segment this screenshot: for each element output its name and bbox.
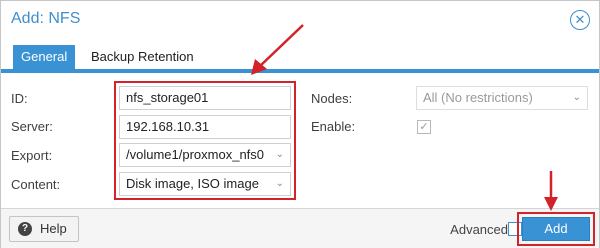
content-value: Disk image, ISO image: [126, 176, 259, 191]
chevron-down-icon: ⌄: [275, 178, 284, 189]
id-label: ID:: [11, 91, 28, 106]
export-select[interactable]: /volume1/proxmox_nfs0 ⌄: [119, 143, 291, 167]
general-form: ID: Server: Export: Content: nfs_storage…: [1, 73, 599, 208]
help-button-label: Help: [40, 221, 67, 236]
advanced-label: Advanced: [450, 222, 508, 237]
add-button[interactable]: Add: [522, 217, 590, 241]
dialog-title: Add: NFS: [11, 10, 81, 27]
export-value: /volume1/proxmox_nfs0: [126, 147, 265, 162]
tab-general[interactable]: General: [13, 45, 76, 69]
nodes-select[interactable]: All (No restrictions) ⌄: [416, 86, 588, 110]
enable-checkbox[interactable]: ✓: [417, 120, 431, 134]
nodes-value: All (No restrictions): [423, 90, 533, 105]
dialog-footer: ? Help Advanced Add: [1, 208, 599, 248]
tab-bar: General Backup Retention: [1, 39, 599, 73]
enable-label: Enable:: [311, 119, 356, 134]
id-field[interactable]: nfs_storage01: [119, 86, 291, 110]
nodes-label: Nodes:: [311, 91, 353, 106]
dialog-titlebar: Add: NFS ✕: [1, 1, 599, 39]
server-label: Server:: [11, 119, 53, 134]
advanced-checkbox[interactable]: [508, 222, 522, 236]
content-label: Content:: [11, 177, 61, 192]
help-button[interactable]: ? Help: [9, 216, 79, 242]
help-icon: ?: [18, 222, 32, 236]
export-label: Export:: [11, 148, 53, 163]
close-icon[interactable]: ✕: [570, 10, 590, 30]
add-nfs-dialog: Add: NFS ✕ General Backup Retention ID: …: [0, 0, 600, 248]
chevron-down-icon: ⌄: [275, 149, 284, 160]
chevron-down-icon: ⌄: [572, 92, 581, 103]
content-select[interactable]: Disk image, ISO image ⌄: [119, 172, 291, 196]
server-value: 192.168.10.31: [126, 119, 210, 134]
server-field[interactable]: 192.168.10.31: [119, 115, 291, 139]
id-value: nfs_storage01: [126, 90, 209, 105]
tab-backup-retention[interactable]: Backup Retention: [83, 45, 202, 69]
